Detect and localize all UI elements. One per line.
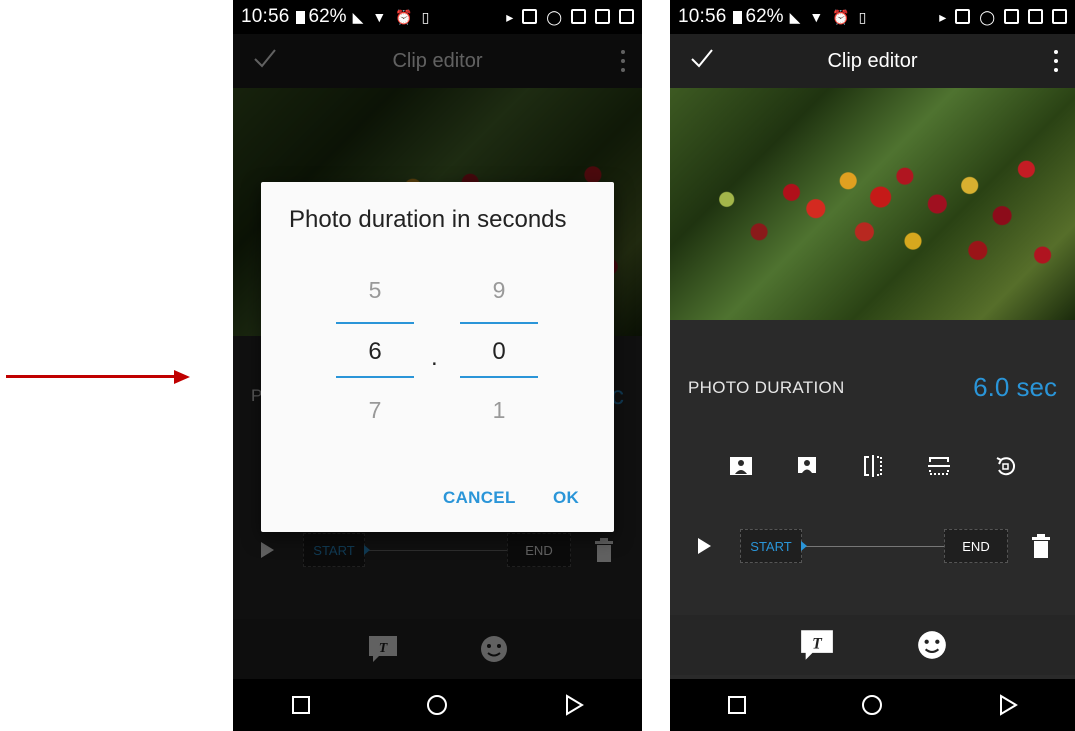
battery-percent: 62% (308, 6, 347, 27)
gallery-icon (522, 8, 538, 24)
duration-label: PHOTO DURATION (688, 377, 845, 397)
tenths-picker[interactable]: 9 0 1 (460, 268, 538, 432)
whatsapp-icon: ◯ (546, 8, 562, 25)
cast-icon: ▸ (506, 8, 514, 25)
fill-frame-icon[interactable] (727, 452, 755, 480)
status-bar: 10:56 62% ◣ ▼ ⏰ ▯ ▸ ◯ (670, 0, 1075, 34)
battery-percent: 62% (745, 6, 784, 27)
decimal-separator: . (431, 344, 438, 371)
fit-frame-icon[interactable] (793, 452, 821, 480)
nav-bar (233, 679, 642, 731)
trim-bar: START END (670, 527, 1075, 567)
delete-icon[interactable] (1032, 534, 1050, 558)
tenths-above[interactable]: 9 (460, 268, 538, 312)
nav-bar (670, 679, 1075, 731)
whatsapp-icon: ◯ (979, 8, 995, 25)
trim-position-icon[interactable] (801, 541, 807, 551)
home-icon[interactable] (426, 694, 448, 716)
tenths-below[interactable]: 1 (460, 388, 538, 432)
back-icon[interactable] (564, 694, 585, 716)
status-time: 10:56 (241, 6, 290, 27)
trim-end-handle[interactable]: END (944, 529, 1008, 563)
comparison-canvas: 10:56 62% ◣ ▼ ⏰ ▯ ▸ ◯ Clip editor (0, 0, 1075, 731)
flip-vertical-icon[interactable] (925, 452, 953, 480)
battery-icon (732, 10, 742, 24)
phone-screen-dialog: 10:56 62% ◣ ▼ ⏰ ▯ ▸ ◯ Clip editor (233, 0, 642, 731)
sticker-icon[interactable] (916, 629, 948, 661)
app-title: Clip editor (827, 49, 918, 72)
duration-dialog: Photo duration in seconds 5 6 7 . 9 0 1 … (261, 182, 614, 532)
wifi-icon: ▼ (809, 8, 824, 25)
seconds-below[interactable]: 7 (336, 388, 414, 432)
bottom-toolbar: T (670, 615, 1075, 675)
home-icon[interactable] (861, 694, 883, 716)
duration-value[interactable]: 6.0 sec (973, 372, 1057, 403)
check-icon[interactable] (688, 44, 716, 72)
phone-screen-editor: 10:56 62% ◣ ▼ ⏰ ▯ ▸ ◯ Clip editor PHOTO … (670, 0, 1075, 731)
status-bar: 10:56 62% ◣ ▼ ⏰ ▯ ▸ ◯ (233, 0, 642, 34)
trim-start-handle[interactable]: START (740, 529, 802, 563)
facebook-icon (595, 8, 610, 24)
dialog-title: Photo duration in seconds (289, 206, 567, 233)
signal-icon: ◣ (789, 8, 801, 25)
transform-tools (670, 452, 1075, 480)
status-time: 10:56 (678, 6, 727, 27)
notes-icon (1052, 8, 1067, 24)
flip-horizontal-icon[interactable] (859, 452, 887, 480)
seconds-above[interactable]: 5 (336, 268, 414, 312)
duration-row[interactable]: PHOTO DURATION 6.0 sec (670, 372, 1075, 403)
trim-track (804, 546, 944, 547)
cast-icon: ▸ (939, 8, 947, 25)
cancel-button[interactable]: CANCEL (443, 488, 516, 508)
seconds-selected[interactable]: 6 (336, 322, 414, 378)
signal-icon: ◣ (352, 8, 364, 25)
ok-button[interactable]: OK (553, 488, 579, 508)
text-overlay-icon[interactable]: T (798, 628, 836, 662)
rotate-icon[interactable] (991, 452, 1019, 480)
gallery-icon (955, 8, 971, 24)
wifi-icon: ▼ (372, 8, 387, 25)
facebook-icon (1028, 8, 1043, 24)
vibrate-icon: ▯ (858, 8, 867, 25)
vibrate-icon: ▯ (421, 8, 430, 25)
notes-icon (619, 8, 634, 24)
app-bar: Clip editor (670, 34, 1075, 88)
play-icon[interactable] (698, 538, 711, 554)
clip-photo (670, 88, 1075, 320)
battery-icon (295, 10, 305, 24)
mail-icon (1004, 8, 1019, 24)
seconds-picker[interactable]: 5 6 7 (336, 268, 414, 432)
alarm-icon: ⏰ (832, 8, 850, 25)
svg-text:T: T (812, 635, 823, 652)
mail-icon (571, 8, 586, 24)
recents-icon[interactable] (727, 695, 747, 715)
tenths-selected[interactable]: 0 (460, 322, 538, 378)
back-icon[interactable] (998, 694, 1018, 716)
recents-icon[interactable] (291, 695, 311, 715)
alarm-icon: ⏰ (395, 8, 413, 25)
red-arrow-icon (6, 370, 190, 384)
more-options-icon[interactable] (1053, 50, 1059, 72)
